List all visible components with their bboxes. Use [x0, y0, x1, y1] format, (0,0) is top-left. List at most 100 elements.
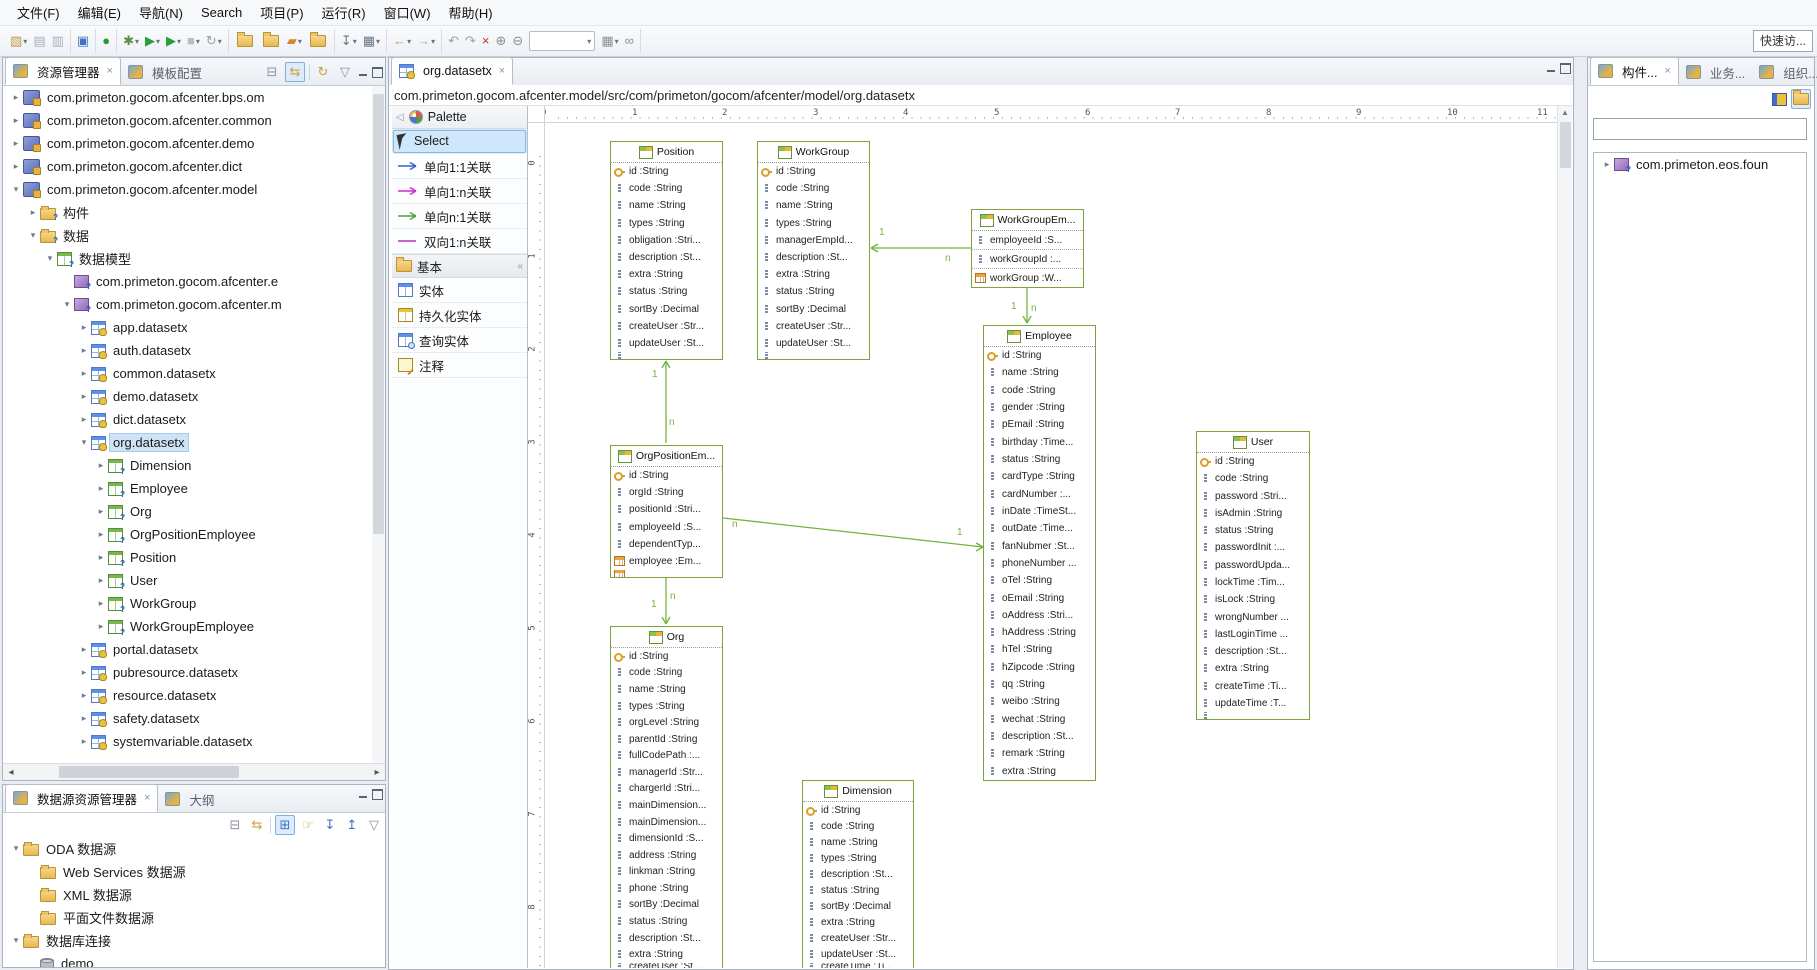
view-menu-icon[interactable]: ▽	[336, 63, 354, 81]
entity-field[interactable]: employeeId :S...	[611, 519, 722, 536]
save-all-button[interactable]: ▥	[50, 30, 66, 52]
entity-field[interactable]: lockTime :Tim...	[1197, 574, 1309, 591]
expand-arrow-icon[interactable]: ▸	[94, 552, 108, 563]
entity-field[interactable]: remark :String	[984, 745, 1095, 762]
component-filter-input[interactable]	[1593, 118, 1807, 140]
entity-field[interactable]: description :St...	[803, 866, 913, 882]
entity-field[interactable]: createUser :Str...	[611, 318, 722, 335]
right-tab-组织[interactable]: 组织...	[1752, 59, 1817, 85]
entity-header[interactable]: Org	[611, 627, 722, 648]
entity-field[interactable]: name :String	[611, 197, 722, 214]
expand-arrow-icon[interactable]: ▸	[9, 92, 23, 103]
palette-tool-单向1:1关联[interactable]: 单向1:1关联	[392, 154, 527, 179]
expand-arrow-icon[interactable]: ▸	[9, 161, 23, 172]
expand-arrow-icon[interactable]: ▸	[77, 391, 91, 402]
expand-arrow-icon[interactable]: ▸	[94, 621, 108, 632]
entity-Org[interactable]: Orgid :Stringcode :Stringname :Stringtyp…	[610, 626, 723, 968]
zoom-level-button[interactable]: ▾	[527, 30, 597, 52]
entity-field[interactable]: phone :String	[611, 880, 722, 897]
menu-item[interactable]: 导航(N)	[130, 0, 192, 25]
right-tab-构件[interactable]: 构件...×	[1590, 57, 1679, 85]
open-resource-button[interactable]	[259, 30, 283, 52]
show-view-button[interactable]: ▦▾	[361, 30, 382, 52]
entity-field[interactable]: id :String	[758, 163, 869, 180]
entity-field[interactable]: types :String	[803, 850, 913, 866]
plugin-view-icon[interactable]	[1770, 90, 1788, 108]
entity-field[interactable]: description :St...	[1197, 643, 1309, 660]
entity-header[interactable]: Position	[611, 142, 722, 163]
datasource-item-Web-Services-数据源[interactable]: Web Services 数据源	[3, 860, 385, 883]
explorer-item-数据[interactable]: ▾数据	[3, 224, 371, 247]
expand-arrow-icon[interactable]: ▸	[77, 644, 91, 655]
expand-arrow-icon[interactable]: ▾	[60, 299, 74, 310]
entity-field[interactable]: fanNubmer :St...	[984, 537, 1095, 554]
entity-WorkGroupEm[interactable]: WorkGroupEm...employeeId :S...workGroupI…	[971, 209, 1084, 288]
entity-field[interactable]: updateUser :St...	[611, 335, 722, 352]
entity-field[interactable]: phoneNumber ...	[984, 555, 1095, 572]
entity-field[interactable]: id :String	[611, 467, 722, 484]
entity-field[interactable]: id :String	[611, 163, 722, 180]
expand-arrow-icon[interactable]: ▸	[26, 207, 40, 218]
expand-arrow-icon[interactable]: ▸	[94, 460, 108, 471]
entity-field[interactable]: extra :String	[611, 946, 722, 963]
explorer-item-portal-datasetx[interactable]: ▸portal.datasetx	[3, 638, 371, 661]
entity-field[interactable]: passwordInit :...	[1197, 539, 1309, 556]
entity-field[interactable]: obligation :Stri...	[611, 232, 722, 249]
entity-field[interactable]: employeeId :S...	[972, 231, 1083, 250]
palette-tool-select[interactable]: Select	[392, 129, 527, 154]
entity-field[interactable]: cardNumber :...	[984, 486, 1095, 503]
datasource-item-数据库连接[interactable]: ▾数据库连接	[3, 929, 385, 952]
entity-field[interactable]: parentId :String	[611, 731, 722, 748]
datasource-item-平面文件数据源[interactable]: 平面文件数据源	[3, 906, 385, 929]
entity-field[interactable]: code :String	[984, 382, 1095, 399]
entity-field[interactable]: managerId :Str...	[611, 764, 722, 781]
entity-field[interactable]: oTel :String	[984, 572, 1095, 589]
entity-field[interactable]: createUser :Str...	[803, 931, 913, 947]
entity-field[interactable]: hTel :String	[984, 641, 1095, 658]
palette-tool-单向1:n关联[interactable]: 单向1:n关联	[392, 179, 527, 204]
entity-field[interactable]: types :String	[758, 215, 869, 232]
expand-arrow-icon[interactable]: ▾	[77, 437, 91, 448]
entity-field[interactable]: isLock :String	[1197, 591, 1309, 608]
expand-arrow-icon[interactable]: ▸	[77, 690, 91, 701]
menu-item[interactable]: 帮助(H)	[440, 0, 502, 25]
entity-field[interactable]: managerEmpId...	[758, 232, 869, 249]
datasource-item-demo[interactable]: demo	[3, 952, 385, 967]
entity-field[interactable]: birthday :Time...	[984, 434, 1095, 451]
explorer-item-com-primeton-gocom-afcenter-model[interactable]: ▾com.primeton.gocom.afcenter.model	[3, 178, 371, 201]
expand-arrow-icon[interactable]: ▸	[94, 506, 108, 517]
entity-field[interactable]: code :String	[803, 818, 913, 834]
link-with-editor-icon[interactable]: ⇆	[285, 62, 305, 82]
entity-field[interactable]: linkman :String	[611, 864, 722, 881]
entity-field[interactable]: code :String	[1197, 470, 1309, 487]
expand-arrow-icon[interactable]: ▸	[77, 713, 91, 724]
entity-field[interactable]: passwordUpda...	[1197, 557, 1309, 574]
explorer-item-org-datasetx[interactable]: ▾org.datasetx	[3, 431, 371, 454]
entity-field[interactable]: status :String	[803, 882, 913, 898]
entity-field[interactable]: description :St...	[611, 249, 722, 266]
menu-item[interactable]: 项目(P)	[251, 0, 312, 25]
scroll-up-icon[interactable]: ▲	[1558, 106, 1572, 120]
entity-field[interactable]: hAddress :String	[984, 624, 1095, 641]
entity-field[interactable]: fullCodePath :...	[611, 747, 722, 764]
expand-arrow-icon[interactable]: ▸	[77, 322, 91, 333]
explorer-item-数据模型[interactable]: ▾数据模型	[3, 247, 371, 270]
expand-arrow-icon[interactable]: ▸	[94, 598, 108, 609]
search-button[interactable]: ∞	[623, 30, 636, 52]
entity-field[interactable]: id :String	[1197, 453, 1309, 470]
entity-WorkGroup[interactable]: WorkGroupid :Stringcode :Stringname :Str…	[757, 141, 870, 360]
zoom-in-button[interactable]: ⊕	[494, 30, 509, 52]
explorer-item-com-primeton-gocom-afcenter-bps-om[interactable]: ▸com.primeton.gocom.afcenter.bps.om	[3, 86, 371, 109]
explorer-item-systemvariable-datasetx[interactable]: ▸systemvariable.datasetx	[3, 730, 371, 753]
entity-field[interactable]	[1197, 712, 1309, 719]
explorer-item-Employee[interactable]: ▸Employee	[3, 477, 371, 500]
expand-arrow-icon[interactable]: ▸	[77, 736, 91, 747]
entity-field[interactable]: extra :String	[611, 266, 722, 283]
diagram-canvas[interactable]: Positionid :Stringcode :Stringname :Stri…	[545, 123, 1558, 968]
entity-field[interactable]: status :String	[758, 283, 869, 300]
entity-header[interactable]: Employee	[984, 326, 1095, 347]
entity-field[interactable]: status :String	[611, 283, 722, 300]
right-tab-业务[interactable]: 业务...	[1679, 59, 1752, 85]
minimize-icon[interactable]	[358, 790, 368, 799]
datasource-item-XML-数据源[interactable]: XML 数据源	[3, 883, 385, 906]
